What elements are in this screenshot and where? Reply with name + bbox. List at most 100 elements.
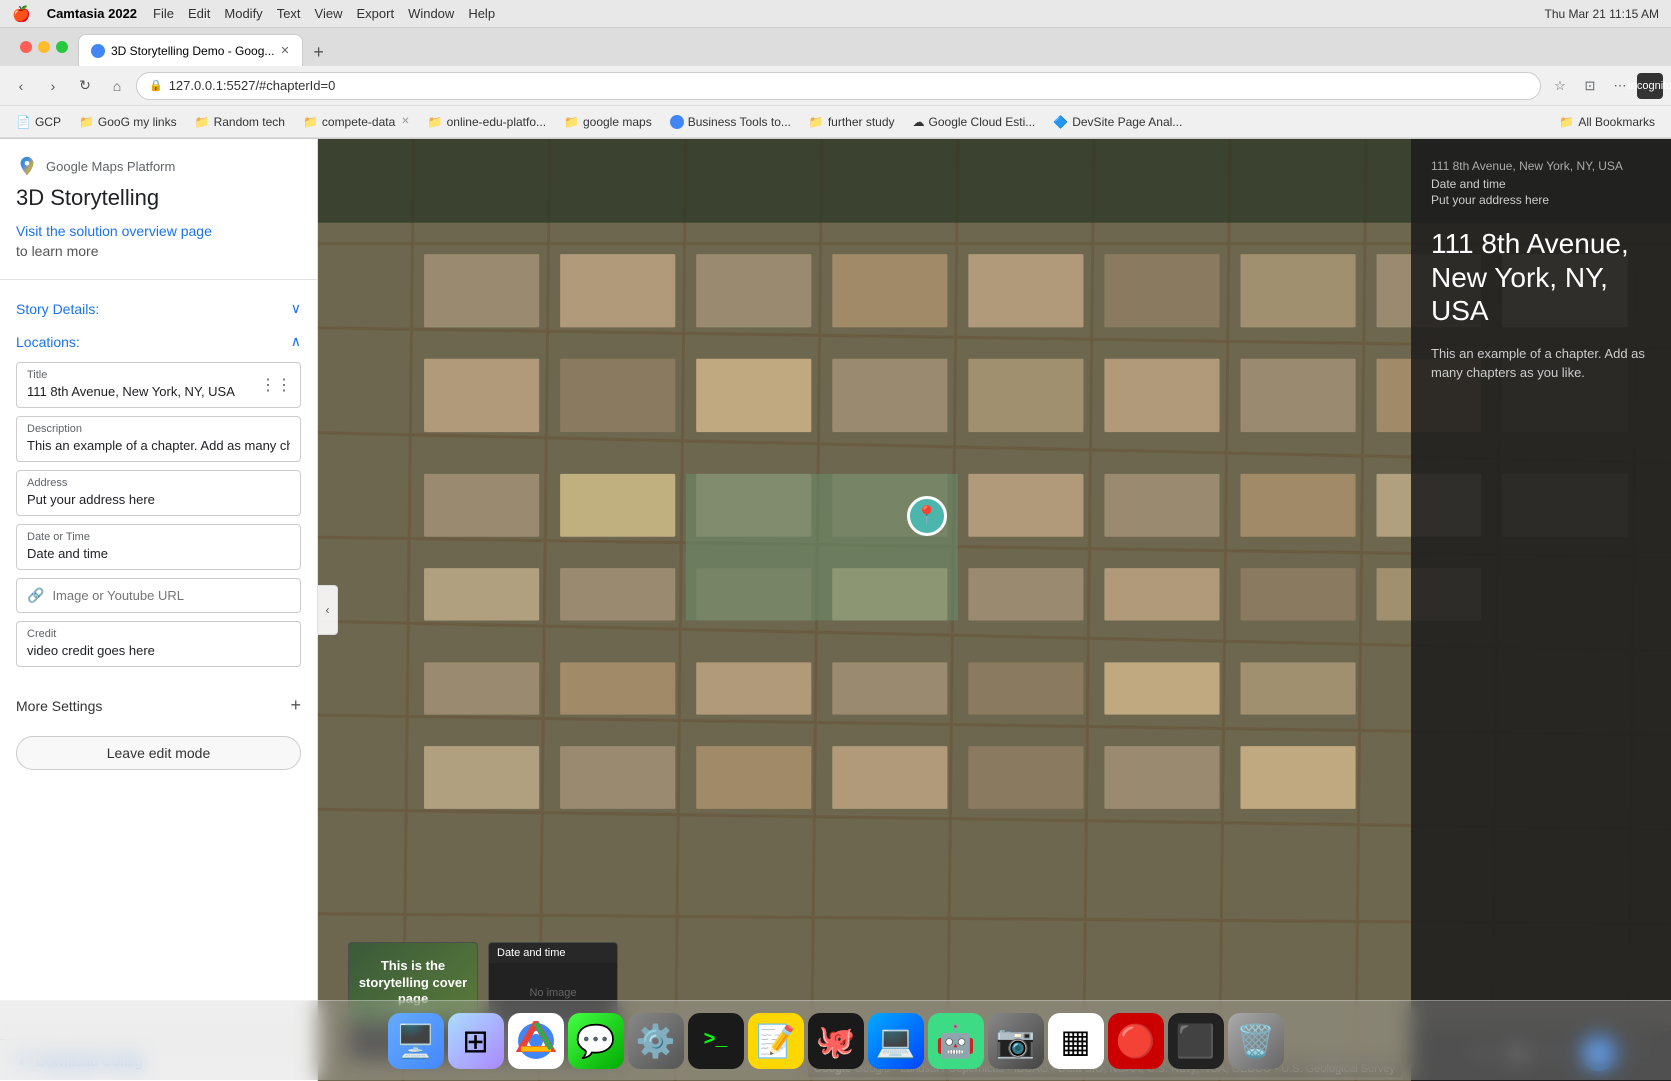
address-bar-right: ☆ ⊡ ⋯ Incognito [1547,73,1663,99]
menu-file[interactable]: File [153,6,174,21]
tab-label: 3D Storytelling Demo - Goog... [111,44,274,58]
dock-android-icon[interactable]: 🤖 [928,1013,984,1069]
extensions-icon[interactable]: ⊡ [1577,73,1603,99]
menu-view[interactable]: View [315,6,343,21]
bookmark-blue-icon [670,115,684,129]
bookmark-compete-data[interactable]: 📁 compete-data ✕ [295,113,418,131]
bookmark-folder-icon-6: 📁 [809,115,824,129]
dock-trash-icon[interactable]: 🗑️ [1228,1013,1284,1069]
more-settings-label: More Settings [16,698,102,714]
dock-camtasia-icon[interactable]: ⬛ [1168,1013,1224,1069]
story-details-section[interactable]: Story Details: ∨ [0,292,317,325]
title-options-icon[interactable]: ⋮⋮ [260,375,292,395]
minimize-window-button[interactable] [38,41,50,53]
chapter-title-big: 111 8th Avenue, New York, NY, USA [1431,227,1651,328]
dock-messages-icon[interactable]: 💬 [568,1013,624,1069]
to-learn-more-text: to learn more [16,243,301,259]
menu-text[interactable]: Text [277,6,301,21]
dock-notes-icon[interactable]: 📝 [748,1013,804,1069]
google-maps-logo: Google Maps Platform [16,155,301,177]
main-layout: Google Maps Platform 3D Storytelling Vis… [0,139,1671,1081]
bookmark-cloud-icon: ☁ [913,115,925,129]
no-image-text: No image [529,987,576,999]
bookmark-folder-icon-5: 📁 [564,115,579,129]
dock-camera-icon[interactable]: 📷 [988,1013,1044,1069]
left-panel: Google Maps Platform 3D Storytelling Vis… [0,139,318,1081]
bookmark-random-tech[interactable]: 📁 Random tech [187,113,293,131]
browser-chrome: 3D Storytelling Demo - Goog... ✕ + ‹ › ↻… [0,28,1671,139]
forward-button[interactable]: › [40,73,66,99]
app-title: 3D Storytelling [16,185,301,211]
bookmark-all-bookmarks[interactable]: 📁 All Bookmarks [1551,113,1663,131]
close-window-button[interactable] [20,41,32,53]
fullscreen-window-button[interactable] [56,41,68,53]
bookmark-star-icon[interactable]: ☆ [1547,73,1573,99]
bookmark-business-tools[interactable]: Business Tools to... [662,113,799,131]
more-settings-row[interactable]: More Settings + [0,683,317,728]
title-input[interactable] [27,384,290,399]
map-pin: 📍 [907,496,947,536]
title-field-group: Title ⋮⋮ [16,362,301,408]
dock-chrome-icon[interactable] [508,1013,564,1069]
address-label: Address [27,477,290,489]
dock-qr-icon[interactable]: ▦ [1048,1013,1104,1069]
more-settings-plus-icon: + [290,695,301,716]
dock-launchpad-icon[interactable]: ⊞ [448,1013,504,1069]
bookmark-gcloud-esti[interactable]: ☁ Google Cloud Esti... [905,113,1044,131]
menu-export[interactable]: Export [356,6,394,21]
menu-edit[interactable]: Edit [188,6,210,21]
home-button[interactable]: ⌂ [104,73,130,99]
dock-github-icon[interactable]: 🐙 [808,1013,864,1069]
google-maps-pin-icon [16,155,38,177]
bookmark-close-icon[interactable]: ✕ [401,116,409,127]
dock-vscode-icon[interactable]: 💻 [868,1013,924,1069]
bookmark-further-study[interactable]: 📁 further study [801,113,903,131]
bookmark-gcp[interactable]: 📄 GCP [8,113,69,131]
thumb-location-header: Date and time [489,943,617,963]
locations-section[interactable]: Locations: ∧ [0,325,317,358]
tab-close-button[interactable]: ✕ [280,44,289,57]
datetime-label: Date or Time [27,531,290,543]
bookmark-folder-icon-3: 📁 [303,115,318,129]
google-maps-platform-label: Google Maps Platform [46,159,175,174]
locations-label: Locations: [16,334,80,350]
solution-overview-link[interactable]: Visit the solution overview page [16,223,212,239]
bookmark-goog-links[interactable]: 📁 GooG my links [71,113,185,131]
new-tab-button[interactable]: + [305,38,333,66]
map-area[interactable]: 📍 ‹ This is the storytelling cover page … [318,139,1671,1081]
pin-circle-icon: 📍 [907,496,947,536]
description-field-group: Description [16,416,301,462]
apple-logo-icon[interactable]: 🍎 [12,5,31,23]
dock-system-prefs-icon[interactable]: ⚙️ [628,1013,684,1069]
reload-button[interactable]: ↻ [72,73,98,99]
address-bar[interactable]: 🔒 127.0.0.1:5527/#chapterId=0 [136,72,1541,100]
chapter-description: This an example of a chapter. Add as man… [1431,344,1651,383]
bookmark-google-maps[interactable]: 📁 google maps [556,113,660,131]
back-button[interactable]: ‹ [8,73,34,99]
dock-finder-icon[interactable]: 🖥️ [388,1013,444,1069]
datetime-input[interactable] [27,546,290,561]
app-name: Camtasia 2022 [47,6,137,21]
menu-window[interactable]: Window [408,6,454,21]
bookmark-folder-icon: 📁 [79,115,94,129]
story-details-chevron-icon: ∨ [291,300,301,317]
title-label: Title [27,369,290,381]
bookmark-online-edu[interactable]: 📁 online-edu-platfo... [420,113,554,131]
menu-modify[interactable]: Modify [224,6,262,21]
address-field-group: Address [16,470,301,516]
divider-1 [0,279,317,280]
address-bar-row: ‹ › ↻ ⌂ 🔒 127.0.0.1:5527/#chapterId=0 ☆ … [0,66,1671,106]
menu-help[interactable]: Help [468,6,495,21]
address-input[interactable] [27,492,290,507]
bookmark-folder-icon-2: 📁 [195,115,210,129]
dock-unknown-icon[interactable]: 🔴 [1108,1013,1164,1069]
credit-input[interactable] [27,643,290,658]
leave-edit-mode-button[interactable]: Leave edit mode [16,736,301,770]
active-tab[interactable]: 3D Storytelling Demo - Goog... ✕ [78,34,303,66]
bookmark-devsite[interactable]: 🔷 DevSite Page Anal... [1045,113,1190,131]
dock-terminal-icon[interactable]: >_ [688,1013,744,1069]
description-input[interactable] [27,438,290,453]
url-input[interactable] [52,588,290,603]
panel-toggle-button[interactable]: ‹ [318,585,338,635]
form-fields: Title ⋮⋮ Description Address Date or Tim… [0,358,317,683]
